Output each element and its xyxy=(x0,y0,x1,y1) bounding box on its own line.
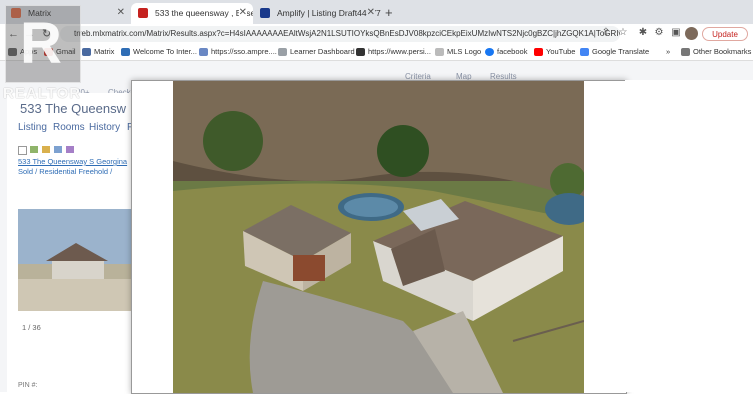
share-icon[interactable] xyxy=(66,146,74,153)
listing-thumbnail[interactable] xyxy=(18,209,132,311)
address-bar-row: ← → ↻ trreb.mlxmatrix.com/Matrix/Results… xyxy=(0,24,753,44)
star-icon[interactable]: ☆ xyxy=(617,27,629,39)
listing-status: Sold / Residential Freehold / xyxy=(18,167,113,176)
bookmark-facebook[interactable]: facebook xyxy=(485,44,527,60)
amplify-favicon-icon xyxy=(260,8,270,18)
mls-logo-icon xyxy=(435,48,444,56)
close-tab-icon[interactable]: ✕ xyxy=(117,3,125,23)
learner-icon xyxy=(278,48,287,56)
photo-counter: 1 / 36 xyxy=(22,323,41,332)
new-tab-icon[interactable]: + xyxy=(385,3,393,23)
tab-amplify[interactable]: Amplify | Listing Draft4457728 ✕ xyxy=(253,3,381,24)
listing-address-link[interactable]: 533 The Queensway S Georgina xyxy=(18,157,127,166)
realtor-brand: REALTOR xyxy=(3,85,82,102)
matrix-icon xyxy=(82,48,91,56)
youtube-icon xyxy=(534,48,543,56)
extensions-icon[interactable]: ✱ xyxy=(637,27,649,39)
tab-strip: Matrix ✕ 533 the queensway , Basement ✕ … xyxy=(0,0,753,24)
avatar[interactable] xyxy=(685,27,698,40)
info-icon[interactable] xyxy=(54,146,62,153)
bookmark-welcome[interactable]: Welcome To Inter... xyxy=(121,44,197,60)
realtor-logo-icon: R xyxy=(5,5,81,83)
close-tab-icon[interactable]: ✕ xyxy=(366,3,375,23)
thumbnail-image xyxy=(18,209,132,311)
tab-listing[interactable]: Listing xyxy=(18,122,47,133)
bookmark-google-translate[interactable]: Google Translate xyxy=(580,44,649,60)
close-tab-icon[interactable]: ✕ xyxy=(238,3,247,23)
bookmark-mls-logo[interactable]: MLS Logo xyxy=(435,44,481,60)
listing-toolbar xyxy=(18,146,130,155)
tab-rooms[interactable]: Rooms xyxy=(53,122,85,133)
sidebar-icon[interactable]: ▣ xyxy=(670,27,682,39)
share-icon[interactable]: ⇪ xyxy=(600,27,612,39)
extension-icon[interactable]: ⚙ xyxy=(653,27,665,39)
welcome-icon xyxy=(121,48,130,56)
bookmarks-bar: Apps Gmail Matrix Welcome To Inter... ht… xyxy=(0,44,753,61)
bookmark-sso[interactable]: https://sso.ampre.... xyxy=(199,44,277,60)
other-bookmarks[interactable]: Other Bookmarks xyxy=(681,44,751,60)
listing-favicon-icon xyxy=(138,8,148,18)
sso-icon xyxy=(199,48,208,56)
facebook-icon xyxy=(485,48,494,56)
translate-icon xyxy=(580,48,589,56)
map-icon[interactable] xyxy=(30,146,38,153)
folder-icon xyxy=(681,48,690,56)
persi-icon xyxy=(356,48,365,56)
photo-viewer-modal xyxy=(131,80,627,394)
tab-queensway[interactable]: 533 the queensway , Basement ✕ xyxy=(131,3,253,24)
bookmarks-overflow-icon[interactable]: » xyxy=(666,44,670,60)
photo-icon[interactable] xyxy=(42,146,50,153)
tab-history[interactable]: History xyxy=(89,122,120,133)
bookmark-matrix[interactable]: Matrix xyxy=(82,44,114,60)
aerial-house-photo xyxy=(173,81,584,393)
pin-label: PIN #: xyxy=(18,382,38,389)
update-button[interactable]: Update xyxy=(702,27,748,41)
page-right-area xyxy=(625,80,753,392)
bookmark-learner[interactable]: Learner Dashboard xyxy=(278,44,355,60)
bookmark-persi[interactable]: https://www.persi... xyxy=(356,44,431,60)
select-checkbox[interactable] xyxy=(18,146,27,155)
realtor-watermark: R REALTOR xyxy=(3,5,81,105)
bookmark-youtube[interactable]: YouTube xyxy=(534,44,575,60)
listing-photo[interactable] xyxy=(173,81,584,393)
url-input[interactable]: trreb.mlxmatrix.com/Matrix/Results.aspx?… xyxy=(60,26,620,42)
